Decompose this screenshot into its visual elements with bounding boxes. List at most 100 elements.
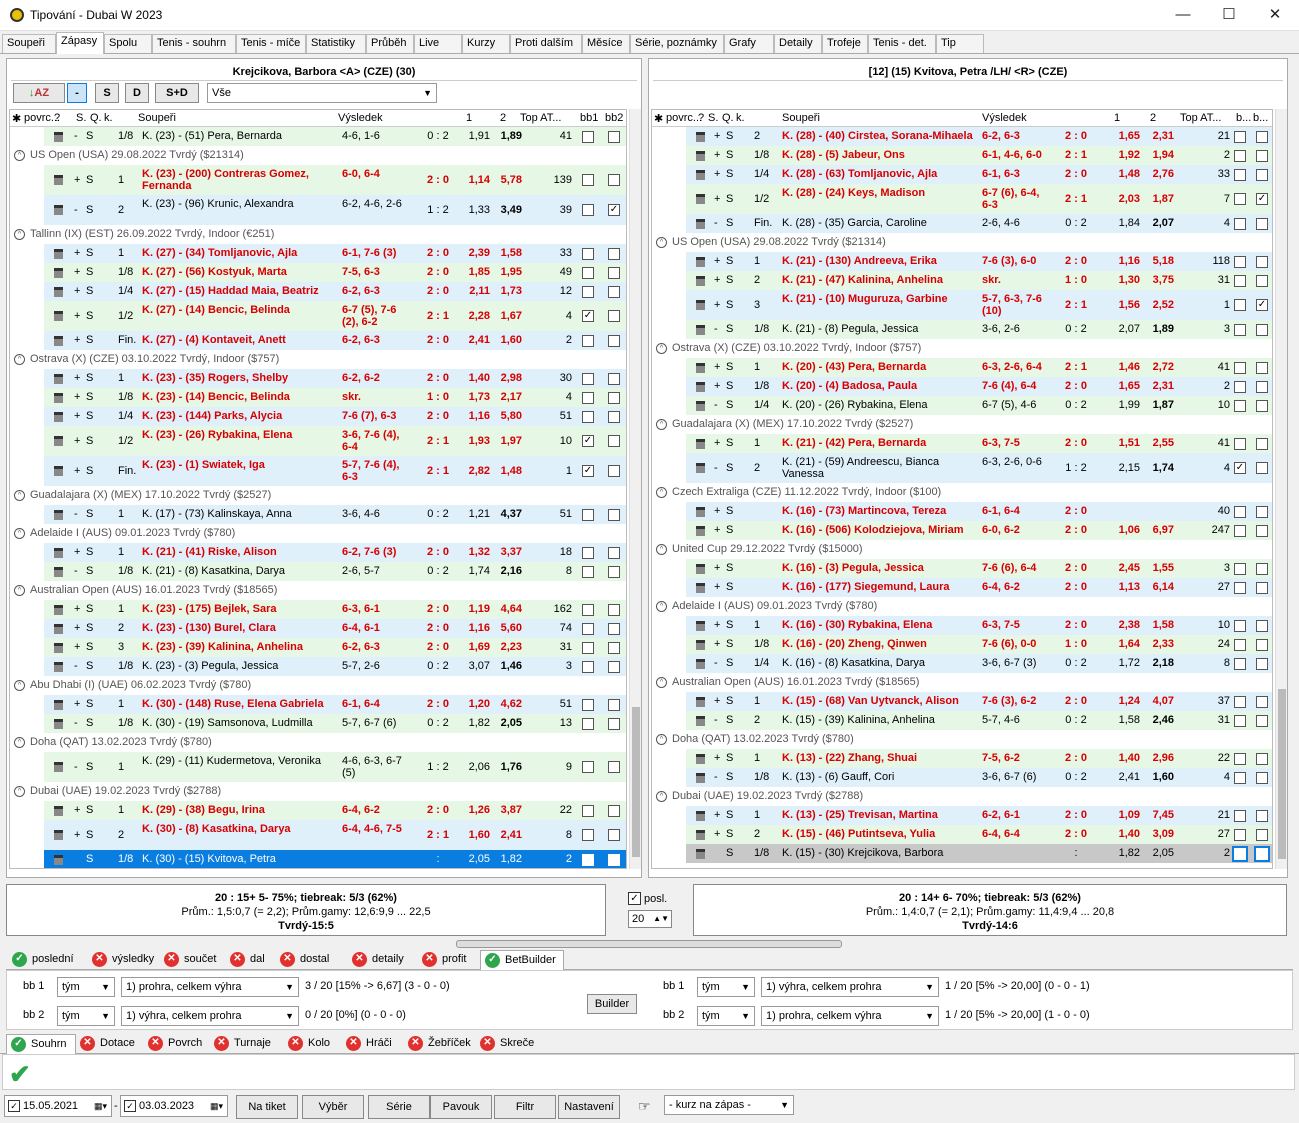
collapse-icon[interactable]: ^ [656, 237, 667, 248]
match-row[interactable]: - S 1/8 K. (23) - (3) Pegula, Jessica 5-7, 2… [44, 657, 626, 676]
tab-6[interactable]: Průběh [366, 34, 414, 53]
match-row[interactable]: + S 1 K. (30) - (148) Ruse, Elena Gabriela 6… [44, 695, 626, 714]
match-row[interactable]: + S 3 K. (23) - (39) Kalinina, Anhelina 6-2,… [44, 638, 626, 657]
subtab-součet[interactable]: ✕ součet [160, 950, 226, 970]
bb2-checkbox[interactable] [1256, 505, 1268, 518]
bb1-checkbox[interactable] [1234, 274, 1246, 287]
bb2-checkbox[interactable] [608, 247, 620, 260]
match-row[interactable]: - S 1 K. (17) - (73) Kalinskaya, Anna 3-6, 4… [44, 505, 626, 524]
match-row[interactable]: + S 2 K. (15) - (46) Putintseva, Yulia 6-4, … [686, 825, 1272, 844]
bb1-checkbox[interactable] [582, 804, 594, 817]
group-header[interactable]: ^ Doha (QAT) 13.02.2023 Tvrdý ($780) [652, 730, 1272, 749]
group-header[interactable]: ^ Guadalajara (X) (MEX) 17.10.2022 Tvrdý … [652, 415, 1272, 434]
match-row[interactable]: + S K. (16) - (3) Pegula, Jessica 7-6 (6), … [686, 559, 1272, 578]
match-row[interactable]: - S 1/4 K. (20) - (26) Rybakina, Elena 6-7 (… [686, 396, 1272, 415]
bb1-checkbox[interactable] [1234, 323, 1246, 336]
match-row[interactable]: + S K. (16) - (506) Kolodziejova, Miriam 6-… [686, 521, 1272, 540]
tab-8[interactable]: Kurzy [462, 34, 510, 53]
filter-singles-button[interactable]: S [95, 83, 119, 103]
bb1-checkbox[interactable] [582, 247, 594, 260]
col-header-7[interactable]: 1 [1114, 112, 1120, 124]
collapse-icon[interactable]: ^ [14, 680, 25, 691]
bb2-checkbox[interactable] [1256, 752, 1268, 765]
tab-5[interactable]: Statistiky [306, 34, 366, 53]
option-select[interactable]: 1) výhra, celkem prohra ▼ [121, 1006, 299, 1026]
match-row[interactable]: + S Fin. K. (27) - (4) Kontaveit, Anett 6-2,… [44, 331, 626, 350]
col-header-3[interactable]: Q. [722, 112, 734, 124]
team-select[interactable]: tým ▼ [697, 1006, 755, 1026]
bb1-checkbox[interactable] [582, 410, 594, 423]
col-header-7[interactable]: 1 [466, 112, 472, 124]
tab-15[interactable]: Tenis - det. [868, 34, 936, 53]
bb2-checkbox[interactable] [608, 435, 620, 447]
bb1-checkbox[interactable]: ✓ [582, 310, 594, 322]
bb2-checkbox[interactable] [1256, 437, 1268, 450]
col-header-10[interactable]: b... [1236, 112, 1251, 124]
bb2-checkbox[interactable] [608, 130, 620, 143]
collapse-icon[interactable]: ^ [656, 734, 667, 745]
subtab-profit[interactable]: ✕ profit [418, 950, 480, 970]
bb2-checkbox[interactable] [608, 804, 620, 817]
bb2-checkbox[interactable] [1256, 828, 1268, 841]
match-row[interactable]: - S 1/8 K. (13) - (6) Gauff, Cori 3-6, 6-7 (… [686, 768, 1272, 787]
bb2-checkbox[interactable] [608, 174, 620, 186]
match-row[interactable]: + S 3 K. (21) - (10) Muguruza, Garbine 5-7, … [686, 290, 1272, 320]
match-row[interactable]: + S 2 K. (30) - (8) Kasatkina, Darya 6-4, 4-… [44, 820, 626, 850]
bb2-checkbox[interactable] [608, 622, 620, 635]
bb2-checkbox[interactable] [1256, 714, 1268, 727]
group-header[interactable]: ^ Doha (QAT) 13.02.2023 Tvrdý ($780) [10, 733, 626, 752]
group-header[interactable]: ^ Dubai (UAE) 19.02.2023 Tvrdý ($2788) [652, 787, 1272, 806]
bb2-checkbox[interactable] [608, 508, 620, 521]
bb1-checkbox[interactable] [1234, 619, 1246, 632]
bb1-checkbox[interactable] [582, 285, 594, 298]
subtab-dostal[interactable]: ✕ dostal [276, 950, 348, 970]
bb1-checkbox[interactable] [582, 641, 594, 654]
bb1-checkbox[interactable] [580, 851, 596, 868]
tab-4[interactable]: Tenis - míče [236, 34, 306, 53]
col-header-6[interactable]: Výsledek [982, 112, 1027, 124]
collapse-icon[interactable]: ^ [14, 229, 25, 240]
bb2-checkbox[interactable] [608, 660, 620, 673]
group-header[interactable]: ^ Australian Open (AUS) 16.01.2023 Tvrdý … [10, 581, 626, 600]
bb1-checkbox[interactable] [1234, 361, 1246, 374]
group-header[interactable]: ^ Ostrava (X) (CZE) 03.10.2022 Tvrdý, Ind… [10, 350, 626, 369]
bb1-checkbox[interactable] [1234, 581, 1246, 594]
col-header-10[interactable]: bb1 [580, 112, 598, 124]
collapse-icon[interactable]: ^ [14, 585, 25, 596]
filter-sd-button[interactable]: S+D [155, 83, 199, 103]
footer-button-4[interactable]: Filtr [494, 1095, 556, 1119]
tab-12[interactable]: Grafy [724, 34, 774, 53]
match-row[interactable]: S 1/8 K. (15) - (30) Krejcikova, Barbora: 1… [686, 844, 1272, 863]
bb2-checkbox[interactable] [608, 372, 620, 385]
team-select[interactable]: tým ▼ [697, 977, 755, 997]
lowtab-Povrch[interactable]: ✕ Povrch [144, 1034, 210, 1054]
match-row[interactable]: + S 1/4 K. (23) - (144) Parks, Alycia 7-6 (7… [44, 407, 626, 426]
match-row[interactable]: + S 1/2 K. (27) - (14) Bencic, Belinda 6-7 (… [44, 301, 626, 331]
collapse-icon[interactable]: ^ [14, 737, 25, 748]
collapse-icon[interactable]: ^ [14, 490, 25, 501]
tab-16[interactable]: Tip [936, 34, 984, 53]
bb2-checkbox[interactable] [606, 851, 622, 868]
group-header[interactable]: ^ Adelaide I (AUS) 09.01.2023 Tvrdý ($780… [10, 524, 626, 543]
lowtab-Souhrn[interactable]: ✓ Souhrn [6, 1034, 76, 1054]
lowtab-Žebříček[interactable]: ✕ Žebříček [404, 1034, 476, 1054]
match-row[interactable]: + S 1 K. (15) - (68) Van Uytvanck, Alison 7-… [686, 692, 1272, 711]
builder-button[interactable]: Builder [587, 994, 637, 1014]
match-row[interactable]: + S 1 K. (23) - (200) Contreras Gomez, Fern… [44, 165, 626, 195]
filter-minus-button[interactable]: - [67, 83, 87, 103]
lowtab-Kolo[interactable]: ✕ Kolo [284, 1034, 342, 1054]
match-row[interactable]: + S Fin. K. (23) - (1) Swiatek, Iga 5-7, 7-6… [44, 456, 626, 486]
bb2-checkbox[interactable] [1256, 149, 1268, 162]
bb2-checkbox[interactable] [1256, 380, 1268, 393]
match-row[interactable]: + S 1/4 K. (27) - (15) Haddad Maia, Beatriz… [44, 282, 626, 301]
col-header-8[interactable]: 2 [500, 112, 506, 124]
collapse-icon[interactable]: ^ [14, 150, 25, 161]
footer-button-2[interactable]: Série [368, 1095, 430, 1119]
bb2-checkbox[interactable] [1254, 845, 1270, 862]
bb2-checkbox[interactable] [608, 829, 620, 841]
tab-9[interactable]: Proti dalším [510, 34, 582, 53]
bb1-checkbox[interactable] [1232, 845, 1248, 862]
bb1-checkbox[interactable] [1234, 505, 1246, 518]
match-row[interactable]: - S 1/8 K. (21) - (8) Pegula, Jessica 3-6, 2… [686, 320, 1272, 339]
match-row[interactable]: + S K. (16) - (177) Siegemund, Laura 6-4, 6… [686, 578, 1272, 597]
